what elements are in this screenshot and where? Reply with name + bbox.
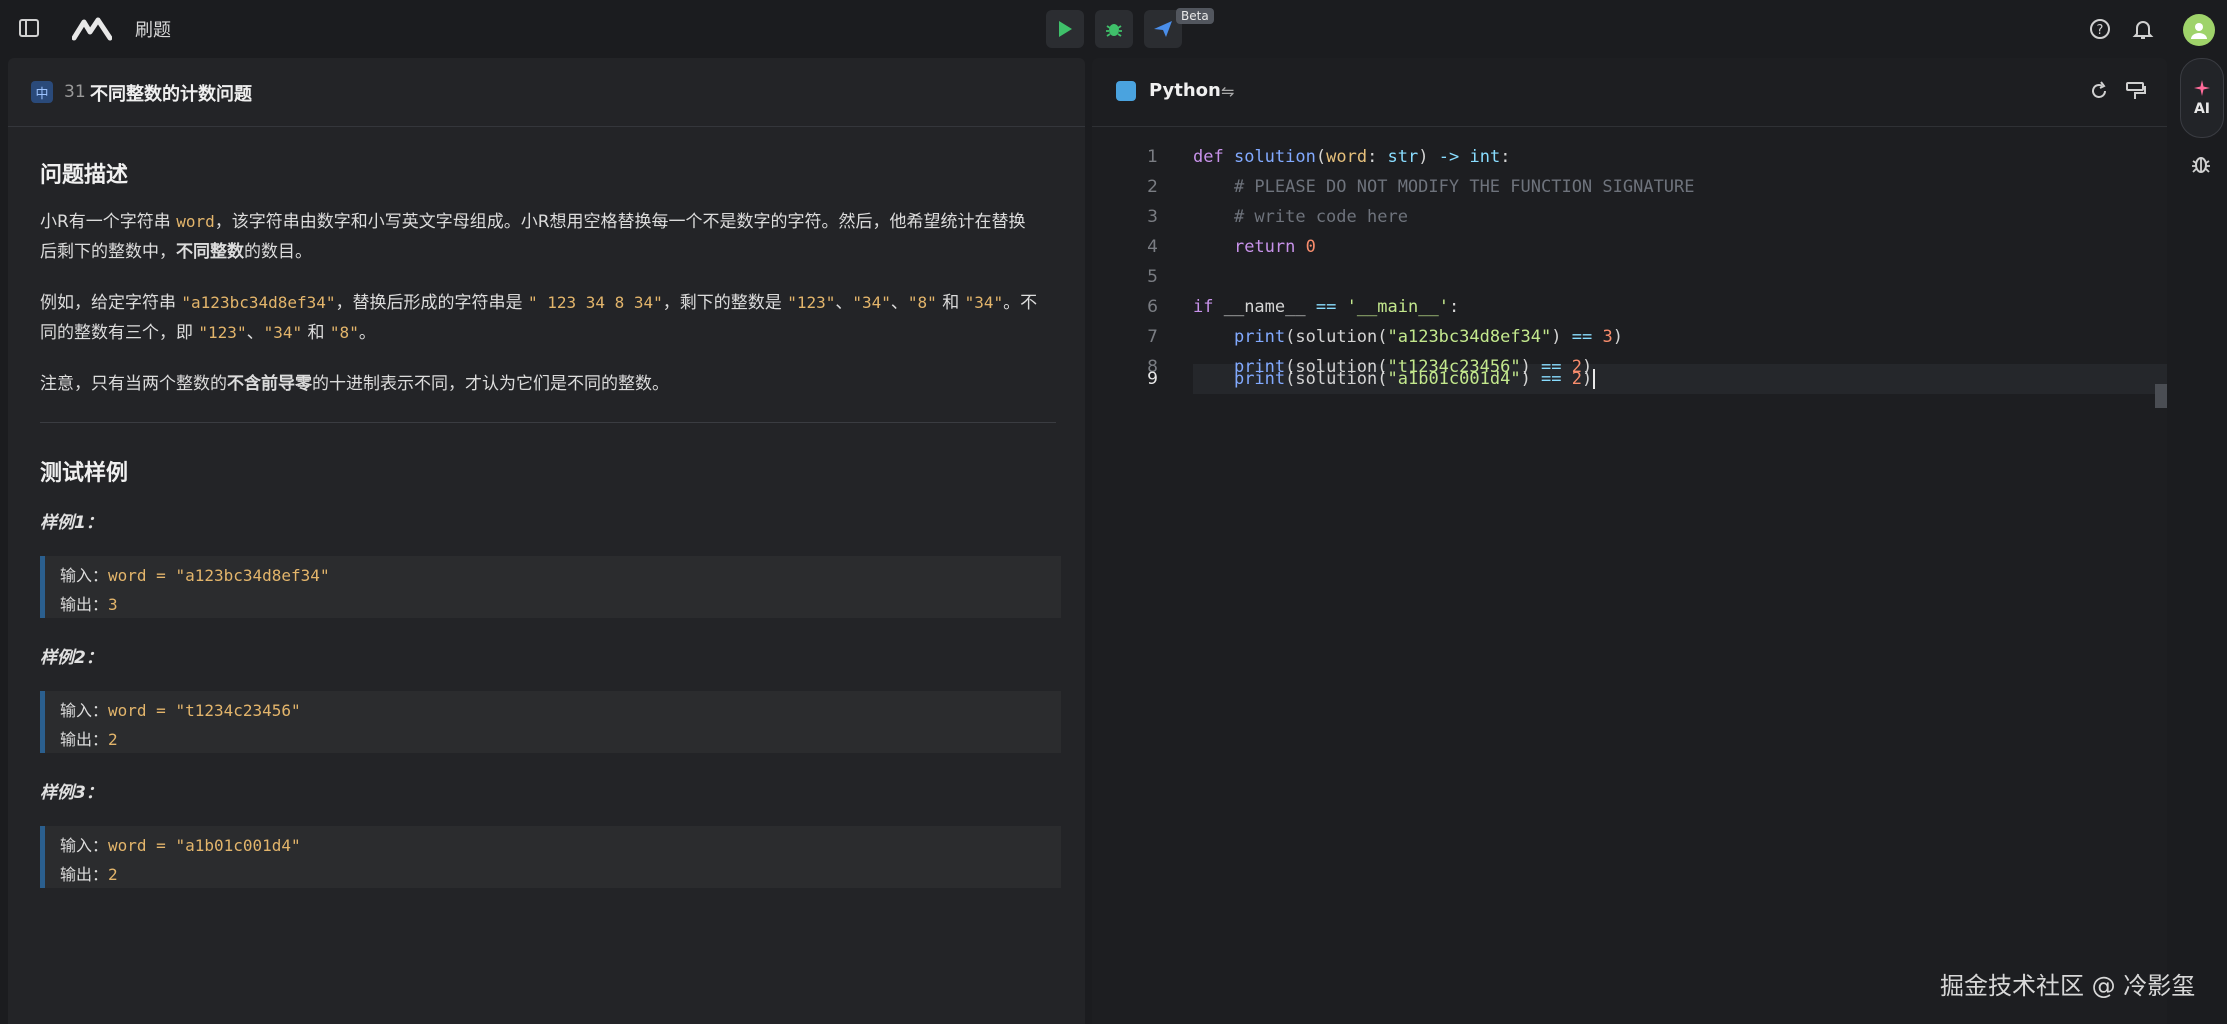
play-icon <box>1059 21 1072 37</box>
code-line: 6 if __name__ == '__main__': <box>1092 292 2167 322</box>
format-code-icon[interactable] <box>2124 80 2146 102</box>
section-heading-examples: 测试样例 <box>40 461 129 486</box>
code-line: 2 # PLEASE DO NOT MODIFY THE FUNCTION SI… <box>1092 172 2167 202</box>
problem-number: 31 <box>64 82 86 102</box>
inline-code: word <box>176 212 215 231</box>
difficulty-badge: 中 <box>31 81 53 103</box>
swap-language-icon[interactable]: ⇋ <box>1221 82 1234 101</box>
code-line: 1 def solution(word: str) -> int: <box>1092 142 2167 172</box>
example-output: 输出：2 <box>60 865 118 884</box>
problem-title: 不同整数的计数问题 <box>90 84 252 105</box>
sidebar-toggle-icon[interactable] <box>18 17 40 39</box>
sparkle-icon <box>2194 80 2210 96</box>
example-label: 样例1： <box>40 513 103 533</box>
line-number: 4 <box>1147 237 1158 257</box>
line-number: 5 <box>1147 267 1158 287</box>
beta-badge: Beta <box>1176 8 1214 24</box>
code-line: 3 # write code here <box>1092 202 2167 232</box>
editor-panel: Python ⇋ 1 def solution(word: str) -> in… <box>1092 58 2167 1024</box>
right-rail: AI <box>2172 58 2227 1024</box>
code-line: 5 <box>1092 262 2167 292</box>
reset-icon[interactable] <box>2088 80 2110 102</box>
debug-button[interactable] <box>1095 10 1133 48</box>
code-editor[interactable]: 1 def solution(word: str) -> int: 2 # PL… <box>1092 128 2167 1024</box>
line-number: 2 <box>1147 177 1158 197</box>
example-box: 输入：word = "t1234c23456" 输出：2 <box>40 691 1061 753</box>
example-box: 输入：word = "a1b01c001d4" 输出：2 <box>40 826 1061 888</box>
problem-header: 中 31 不同整数的计数问题 <box>8 58 1085 127</box>
run-button[interactable] <box>1046 10 1084 48</box>
notification-bell-icon[interactable] <box>2130 16 2156 42</box>
breadcrumb[interactable]: 刷题 <box>135 16 171 42</box>
code-line: 9 print(solution("a1b01c001d4") == 2) <box>1092 364 2167 394</box>
description-paragraph-3: 注意，只有当两个整数的不含前导零的十进制表示不同，才认为它们是不同的整数。 <box>40 374 669 394</box>
user-avatar[interactable] <box>2183 14 2215 46</box>
line-number: 3 <box>1147 207 1158 227</box>
editor-header: Python ⇋ <box>1092 58 2167 127</box>
send-icon <box>1154 21 1172 37</box>
help-icon[interactable]: ? <box>2087 16 2113 42</box>
bug-icon <box>1106 24 1122 37</box>
code-line: 7 print(solution("a123bc34d8ef34") == 3) <box>1092 322 2167 352</box>
description-paragraph-2: 例如，给定字符串 "a123bc34d8ef34"，替换后形成的字符串是 " 1… <box>40 293 1038 343</box>
problem-panel: 中 31 不同整数的计数问题 问题描述 小R有一个字符串 word，该字符串由数… <box>8 58 1085 1024</box>
top-bar: 刷题 Beta ? <box>0 0 2227 58</box>
section-heading-description: 问题描述 <box>40 163 129 188</box>
language-selector[interactable]: Python <box>1149 80 1221 101</box>
example-output: 输出：3 <box>60 595 118 614</box>
line-number: 6 <box>1147 297 1158 317</box>
bug-report-icon[interactable] <box>2189 152 2213 176</box>
ai-assistant-button[interactable]: AI <box>2180 58 2224 138</box>
example-input: 输入：word = "t1234c23456" <box>60 701 301 720</box>
scrollbar-marker[interactable] <box>2155 384 2167 408</box>
example-label: 样例3： <box>40 783 103 803</box>
code-line: 4 return 0 <box>1092 232 2167 262</box>
text-cursor <box>1593 369 1596 389</box>
line-number: 1 <box>1147 147 1158 167</box>
line-number: 7 <box>1147 327 1158 347</box>
line-number: 9 <box>1147 369 1158 389</box>
ai-label: AI <box>2193 101 2211 117</box>
logo-icon[interactable] <box>71 16 113 42</box>
watermark: 掘金技术社区 @ 冷影玺 <box>1940 972 2196 1000</box>
example-input: 输入：word = "a1b01c001d4" <box>60 836 301 855</box>
svg-text:?: ? <box>2097 23 2104 38</box>
example-label: 样例2： <box>40 648 103 668</box>
example-output: 输出：2 <box>60 730 118 749</box>
divider <box>40 422 1056 423</box>
python-icon <box>1116 81 1136 101</box>
example-input: 输入：word = "a123bc34d8ef34" <box>60 566 330 585</box>
example-box: 输入：word = "a123bc34d8ef34" 输出：3 <box>40 556 1061 618</box>
description-paragraph-1: 小R有一个字符串 word，该字符串由数字和小写英文字母组成。小R想用空格替换每… <box>40 212 1026 262</box>
